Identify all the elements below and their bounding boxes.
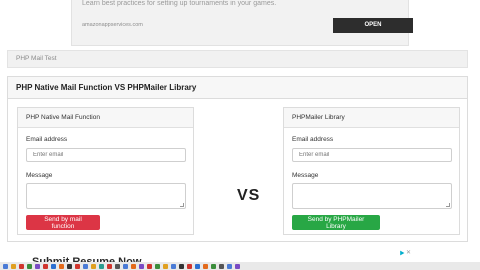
taskbar-app-icon[interactable] <box>11 263 16 269</box>
taskbar-app-icon[interactable] <box>187 263 192 269</box>
taskbar-app-icon[interactable] <box>107 263 112 269</box>
taskbar-app-icon[interactable] <box>147 263 152 269</box>
taskbar-app-icon[interactable] <box>3 263 8 269</box>
taskbar-app-icon[interactable] <box>123 263 128 269</box>
panel-header: PHP Native Mail Function <box>18 108 193 128</box>
vs-label: VS <box>237 187 261 204</box>
taskbar <box>0 262 480 270</box>
taskbar-app-icon[interactable] <box>139 263 144 269</box>
ad-url[interactable]: amazonappservices.com <box>82 22 143 28</box>
top-ad-banner[interactable]: Learn best practices for setting up tour… <box>71 0 413 46</box>
taskbar-app-icon[interactable] <box>179 263 184 269</box>
send-by-mail-function-button[interactable]: Send by mail function <box>26 215 100 230</box>
send-by-phpmailer-button[interactable]: Send by PHPMailer Library <box>292 215 380 230</box>
taskbar-app-icon[interactable] <box>67 263 72 269</box>
taskbar-app-icon[interactable] <box>99 263 104 269</box>
taskbar-app-icon[interactable] <box>131 263 136 269</box>
taskbar-app-icon[interactable] <box>235 263 240 269</box>
taskbar-app-icon[interactable] <box>91 263 96 269</box>
message-label: Message <box>292 172 319 179</box>
resize-handle-icon[interactable] <box>180 203 184 207</box>
taskbar-app-icon[interactable] <box>43 263 48 269</box>
page-title: PHP Native Mail Function VS PHPMailer Li… <box>16 83 197 92</box>
taskbar-app-icon[interactable] <box>219 263 224 269</box>
close-icon[interactable]: ✕ <box>406 249 411 256</box>
taskbar-app-icon[interactable] <box>51 263 56 269</box>
taskbar-app-icon[interactable] <box>203 263 208 269</box>
message-textarea[interactable] <box>26 183 186 209</box>
taskbar-app-icon[interactable] <box>115 263 120 269</box>
email-label: Email address <box>26 136 68 143</box>
message-label: Message <box>26 172 53 179</box>
native-mail-panel: PHP Native Mail Function Email address M… <box>17 107 194 235</box>
taskbar-app-icon[interactable] <box>195 263 200 269</box>
message-textarea[interactable] <box>292 183 452 209</box>
ad-text: Learn best practices for setting up tour… <box>82 0 277 7</box>
phpmailer-panel: PHPMailer Library Email address Message … <box>283 107 460 235</box>
taskbar-app-icon[interactable] <box>75 263 80 269</box>
taskbar-app-icon[interactable] <box>83 263 88 269</box>
page: Learn best practices for setting up tour… <box>0 0 480 270</box>
taskbar-app-icon[interactable] <box>155 263 160 269</box>
taskbar-app-icon[interactable] <box>19 263 24 269</box>
panel-title: PHPMailer Library <box>292 114 345 121</box>
main-card: PHP Native Mail Function VS PHPMailer Li… <box>7 76 468 242</box>
resize-handle-icon[interactable] <box>446 203 450 207</box>
taskbar-app-icon[interactable] <box>27 263 32 269</box>
adchoices-icon[interactable] <box>399 250 405 256</box>
ad-open-button[interactable]: OPEN <box>333 18 413 33</box>
taskbar-app-icon[interactable] <box>211 263 216 269</box>
email-field[interactable] <box>26 148 186 162</box>
taskbar-app-icon[interactable] <box>171 263 176 269</box>
panel-title: PHP Native Mail Function <box>26 114 100 121</box>
breadcrumb-label: PHP Mail Test <box>16 55 57 62</box>
breadcrumb: PHP Mail Test <box>7 50 468 68</box>
taskbar-app-icon[interactable] <box>227 263 232 269</box>
main-card-header: PHP Native Mail Function VS PHPMailer Li… <box>8 77 467 99</box>
taskbar-app-icon[interactable] <box>163 263 168 269</box>
email-label: Email address <box>292 136 334 143</box>
email-field[interactable] <box>292 148 452 162</box>
taskbar-app-icon[interactable] <box>59 263 64 269</box>
panel-header: PHPMailer Library <box>284 108 459 128</box>
taskbar-app-icon[interactable] <box>35 263 40 269</box>
